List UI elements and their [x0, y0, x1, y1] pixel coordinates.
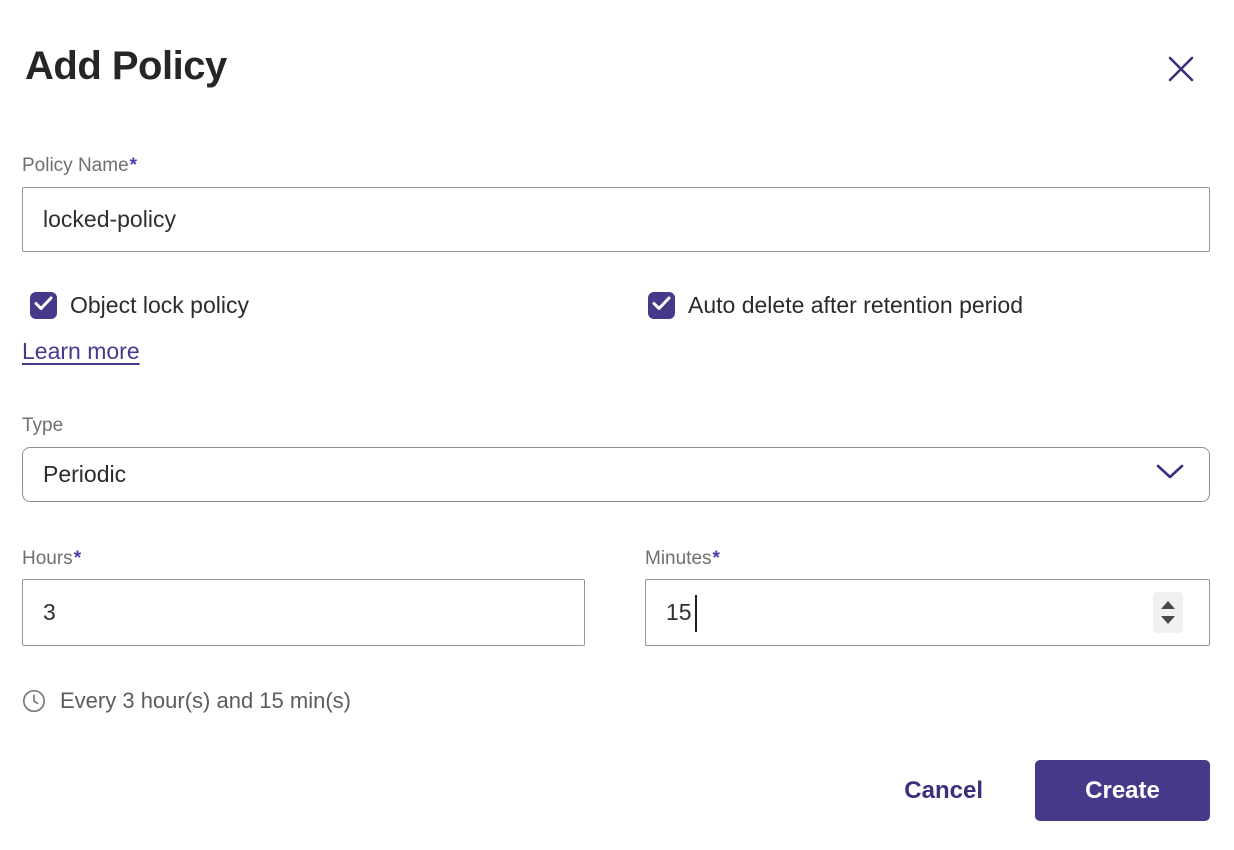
- schedule-summary-text: Every 3 hour(s) and 15 min(s): [60, 688, 351, 714]
- policy-name-input[interactable]: [22, 187, 1210, 252]
- create-button[interactable]: Create: [1035, 760, 1210, 821]
- hours-label: Hours*: [22, 548, 585, 570]
- required-asterisk: *: [74, 548, 81, 569]
- dialog-title: Add Policy: [22, 44, 227, 89]
- time-row: Hours* Minutes*: [22, 548, 1210, 646]
- type-select[interactable]: Periodic: [22, 447, 1210, 502]
- hours-field: Hours*: [22, 548, 585, 646]
- close-icon: [1164, 74, 1198, 89]
- object-lock-checkbox[interactable]: [30, 292, 57, 319]
- learn-more-link[interactable]: Learn more: [22, 338, 140, 365]
- required-asterisk: *: [130, 155, 137, 176]
- auto-delete-checkbox[interactable]: [648, 292, 675, 319]
- minutes-label-text: Minutes: [645, 548, 712, 569]
- add-policy-dialog: Add Policy Policy Name* Obje: [0, 44, 1234, 821]
- chevron-down-icon: [1155, 463, 1185, 486]
- auto-delete-checkbox-group[interactable]: Auto delete after retention period: [648, 292, 1023, 319]
- object-lock-label: Object lock policy: [70, 292, 249, 319]
- object-lock-checkbox-group[interactable]: Object lock policy: [30, 292, 648, 319]
- stepper-up-icon[interactable]: [1161, 601, 1175, 609]
- minutes-field: Minutes*: [645, 548, 1210, 646]
- close-button[interactable]: [1164, 52, 1198, 86]
- clock-icon: [22, 689, 46, 713]
- stepper-down-icon[interactable]: [1161, 616, 1175, 624]
- policy-name-field: Policy Name*: [22, 155, 1210, 252]
- hours-label-text: Hours: [22, 548, 73, 569]
- type-label: Type: [22, 415, 1210, 437]
- number-stepper[interactable]: [1153, 592, 1183, 633]
- minutes-label: Minutes*: [645, 548, 1210, 570]
- cancel-button[interactable]: Cancel: [902, 777, 985, 805]
- dialog-footer: Cancel Create: [22, 760, 1210, 821]
- minutes-input[interactable]: [645, 579, 1210, 646]
- policy-name-label-text: Policy Name: [22, 155, 129, 176]
- schedule-summary: Every 3 hour(s) and 15 min(s): [22, 688, 1210, 714]
- auto-delete-label: Auto delete after retention period: [688, 292, 1023, 319]
- policy-name-label: Policy Name*: [22, 155, 1210, 177]
- hours-input[interactable]: [22, 579, 585, 646]
- type-field: Type Periodic: [22, 415, 1210, 502]
- dialog-header: Add Policy: [22, 44, 1210, 89]
- text-cursor: [695, 595, 697, 632]
- required-asterisk: *: [713, 548, 720, 569]
- checkmark-icon: [34, 296, 53, 316]
- checkbox-row: Object lock policy Auto delete after ret…: [22, 292, 1210, 319]
- type-select-value: Periodic: [43, 461, 126, 488]
- checkmark-icon: [652, 296, 671, 316]
